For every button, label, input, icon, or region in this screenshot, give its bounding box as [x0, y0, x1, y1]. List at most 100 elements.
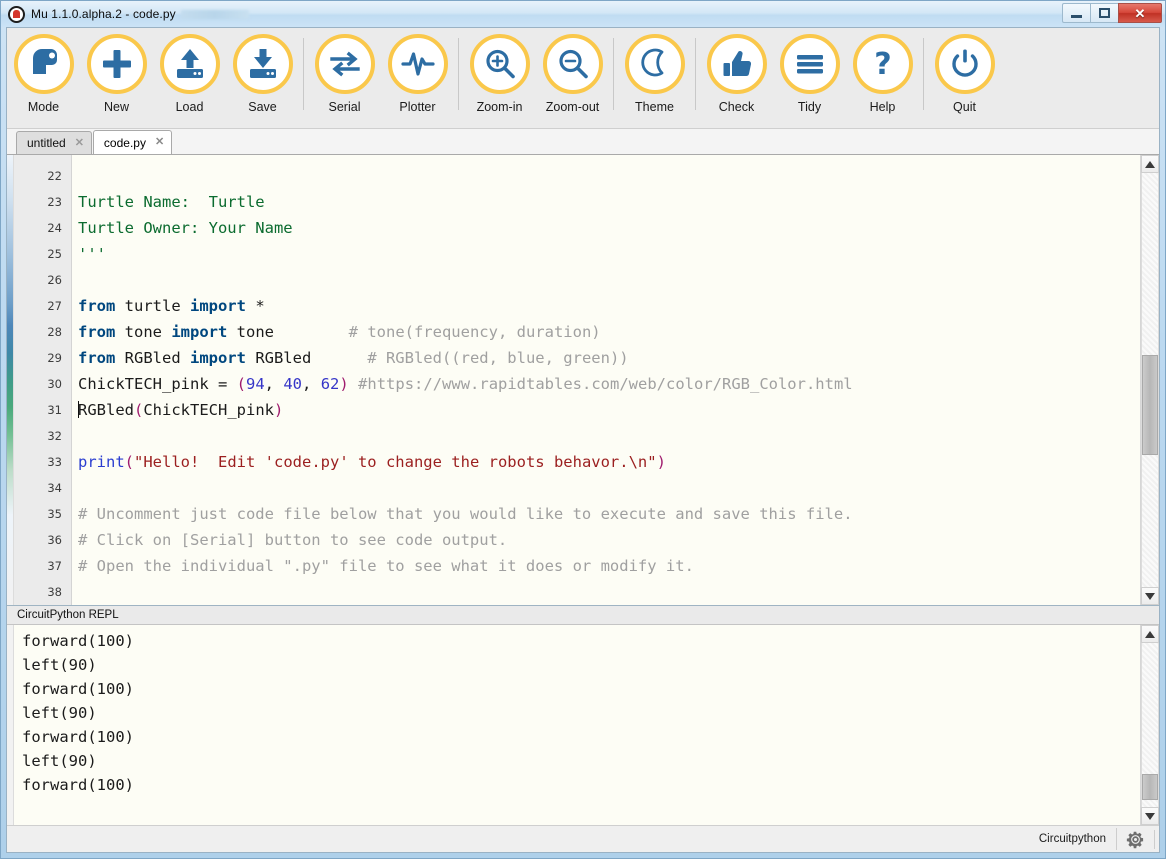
minimize-button[interactable]	[1062, 3, 1090, 23]
toolbar-label: Theme	[635, 100, 674, 114]
repl-panel-title: CircuitPython REPL	[7, 606, 1159, 625]
code-token: *	[255, 297, 264, 315]
code-token: ,	[302, 375, 321, 393]
toolbar-label: Mode	[28, 100, 59, 114]
code-line[interactable]: Turtle Name: Turtle	[78, 189, 1140, 215]
code-token: # Open the individual ".py" file to see …	[78, 557, 694, 575]
settings-button[interactable]	[1117, 830, 1155, 849]
code-token: (	[237, 375, 246, 393]
scroll-track[interactable]	[1141, 173, 1159, 587]
tab-close-icon[interactable]: ✕	[75, 138, 84, 149]
repl-panel: CircuitPython REPL forward(100)left(90)f…	[7, 605, 1159, 825]
line-number: 31	[14, 397, 71, 423]
scroll-thumb[interactable]	[1142, 355, 1158, 454]
toolbar-button-tidy[interactable]: Tidy	[773, 34, 846, 114]
toolbar-label: Tidy	[798, 100, 821, 114]
mu-logo-icon	[8, 6, 25, 23]
code-line[interactable]	[78, 423, 1140, 449]
code-token: Turtle Owner: Your Name	[78, 219, 293, 237]
toolbar-button-quit[interactable]: Quit	[928, 34, 1001, 114]
code-token: =	[218, 375, 237, 393]
code-line[interactable]	[78, 163, 1140, 189]
code-token: # Click on [Serial] button to see code o…	[78, 531, 507, 549]
toolbar-button-help[interactable]: ? Help	[846, 34, 919, 114]
scroll-thumb[interactable]	[1142, 774, 1158, 800]
status-mode-label[interactable]: Circuitpython	[1029, 828, 1117, 850]
line-number: 22	[14, 163, 71, 189]
code-line[interactable]: Turtle Owner: Your Name	[78, 215, 1140, 241]
toolbar-button-new[interactable]: New	[80, 34, 153, 114]
code-token: (	[134, 401, 143, 419]
code-token: '''	[78, 245, 106, 263]
editor-change-marker-strip	[7, 155, 14, 605]
code-line[interactable]: '''	[78, 241, 1140, 267]
code-token: 94	[246, 375, 265, 393]
scroll-down-button[interactable]	[1141, 807, 1159, 825]
editor-vertical-scrollbar[interactable]	[1140, 155, 1159, 605]
code-token: from	[78, 297, 115, 315]
code-line[interactable]: ChickTECH_pink = (94, 40, 62) #https://w…	[78, 371, 1140, 397]
code-line[interactable]: # Uncomment just code file below that yo…	[78, 501, 1140, 527]
close-button[interactable]: ✕	[1118, 3, 1162, 23]
code-text-area[interactable]: Turtle Name: Turtle Turtle Owner: Your Na…	[72, 155, 1140, 605]
toolbar-button-load[interactable]: Load	[153, 34, 226, 114]
tab-close-icon[interactable]: ✕	[155, 137, 164, 148]
client-area: Mode New	[6, 27, 1160, 853]
toolbar-button-theme[interactable]: Theme	[618, 34, 691, 114]
scroll-down-button[interactable]	[1141, 587, 1159, 605]
thumbs-up-icon	[721, 48, 753, 80]
code-token: # tone(frequency, duration)	[349, 323, 601, 341]
tab-label: code.py	[104, 136, 146, 150]
code-token: ChickTECH_pink	[143, 401, 274, 419]
repl-output[interactable]: forward(100)left(90)forward(100)left(90)…	[14, 625, 1140, 825]
code-line[interactable]: # Click on [Serial] button to see code o…	[78, 527, 1140, 553]
code-line[interactable]	[78, 267, 1140, 293]
toolbar-button-mode[interactable]: Mode	[7, 34, 80, 114]
code-line[interactable]: # Open the individual ".py" file to see …	[78, 553, 1140, 579]
toolbar-label: Load	[176, 100, 204, 114]
arrows-exchange-icon	[328, 47, 362, 81]
code-line[interactable]: from tone import tone # tone(frequency, …	[78, 319, 1140, 345]
window-title: Mu 1.1.0.alpha.2 - code.py	[31, 7, 176, 21]
toolbar-button-save[interactable]: Save	[226, 34, 299, 114]
line-number: 28	[14, 319, 71, 345]
line-number: 27	[14, 293, 71, 319]
magnifier-plus-icon	[483, 47, 517, 81]
code-line[interactable]: print("Hello! Edit 'code.py' to change t…	[78, 449, 1140, 475]
code-token: import	[190, 349, 246, 367]
toolbar-label: Plotter	[399, 100, 435, 114]
tab-label: untitled	[27, 136, 66, 150]
code-line[interactable]: from turtle import *	[78, 293, 1140, 319]
tab-untitled[interactable]: untitled ✕	[16, 131, 92, 154]
status-bar: Circuitpython	[7, 825, 1159, 852]
toolbar-button-plotter[interactable]: Plotter	[381, 34, 454, 114]
minimize-icon	[1071, 15, 1082, 18]
code-line[interactable]: from RGBled import RGBled # RGBled((red,…	[78, 345, 1140, 371]
scroll-track[interactable]	[1141, 643, 1159, 807]
code-line[interactable]	[78, 475, 1140, 501]
scroll-up-button[interactable]	[1141, 625, 1159, 643]
waveform-icon	[401, 47, 435, 81]
tab-code-py[interactable]: code.py ✕	[93, 130, 172, 154]
line-number: 36	[14, 527, 71, 553]
toolbar-button-serial[interactable]: Serial	[308, 34, 381, 114]
code-line[interactable]	[78, 579, 1140, 605]
scroll-up-button[interactable]	[1141, 155, 1159, 173]
maximize-button[interactable]	[1090, 3, 1118, 23]
power-icon	[948, 47, 982, 81]
close-icon: ✕	[1135, 7, 1146, 20]
code-editor[interactable]: 2223242526272829303132333435363738 Turtl…	[7, 155, 1159, 605]
code-token: )	[339, 375, 348, 393]
repl-vertical-scrollbar[interactable]	[1140, 625, 1159, 825]
code-token: RGBled	[115, 349, 190, 367]
toolbar-button-zoom-in[interactable]: Zoom-in	[463, 34, 536, 114]
chevron-up-icon	[1145, 161, 1155, 168]
moon-icon	[638, 47, 672, 81]
question-mark-icon: ?	[866, 47, 900, 81]
code-line[interactable]: RGBled(ChickTECH_pink)	[78, 397, 1140, 423]
toolbar-separator	[303, 38, 304, 110]
upload-icon	[173, 47, 207, 81]
toolbar-button-check[interactable]: Check	[700, 34, 773, 114]
code-token: ChickTECH_pink	[78, 375, 218, 393]
toolbar-button-zoom-out[interactable]: Zoom-out	[536, 34, 609, 114]
